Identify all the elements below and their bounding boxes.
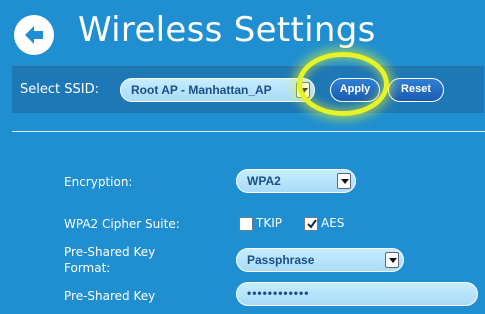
tkip-checkbox[interactable] xyxy=(239,217,253,231)
encryption-dropdown[interactable]: WPA2 xyxy=(236,169,356,193)
back-arrow-icon[interactable] xyxy=(14,15,54,55)
psk-format-label-line1: Pre-Shared Key xyxy=(64,245,156,259)
psk-label: Pre-Shared Key xyxy=(64,289,156,303)
encryption-label: Encryption: xyxy=(64,175,133,189)
psk-masked-value: •••••••••••• xyxy=(247,286,310,300)
header-bar: Wireless Settings xyxy=(0,0,485,66)
chevron-down-icon[interactable] xyxy=(385,252,399,268)
cipher-suite-label: WPA2 Cipher Suite: xyxy=(64,217,180,231)
page-title: Wireless Settings xyxy=(78,10,376,50)
tkip-label: TKIP xyxy=(256,216,282,230)
ssid-dropdown-value: Root AP - Manhattan_AP xyxy=(131,83,272,97)
ssid-dropdown[interactable]: Root AP - Manhattan_AP xyxy=(120,78,315,102)
apply-highlight-ring xyxy=(297,52,389,116)
psk-format-dropdown-value: Passphrase xyxy=(247,253,315,267)
checkmark-icon xyxy=(307,219,317,229)
psk-format-label-line2: Format: xyxy=(64,261,111,275)
aes-checkbox[interactable] xyxy=(304,217,318,231)
psk-password-field[interactable]: •••••••••••• xyxy=(236,282,478,306)
encryption-dropdown-value: WPA2 xyxy=(247,174,281,188)
section-divider xyxy=(12,131,485,132)
psk-format-dropdown[interactable]: Passphrase xyxy=(236,248,404,272)
select-ssid-label: Select SSID: xyxy=(20,82,99,97)
reset-button[interactable]: Reset xyxy=(388,78,444,102)
ssid-selection-bar: Select SSID: Root AP - Manhattan_AP Appl… xyxy=(12,66,484,113)
chevron-down-icon[interactable] xyxy=(337,173,351,189)
aes-label: AES xyxy=(321,216,345,230)
